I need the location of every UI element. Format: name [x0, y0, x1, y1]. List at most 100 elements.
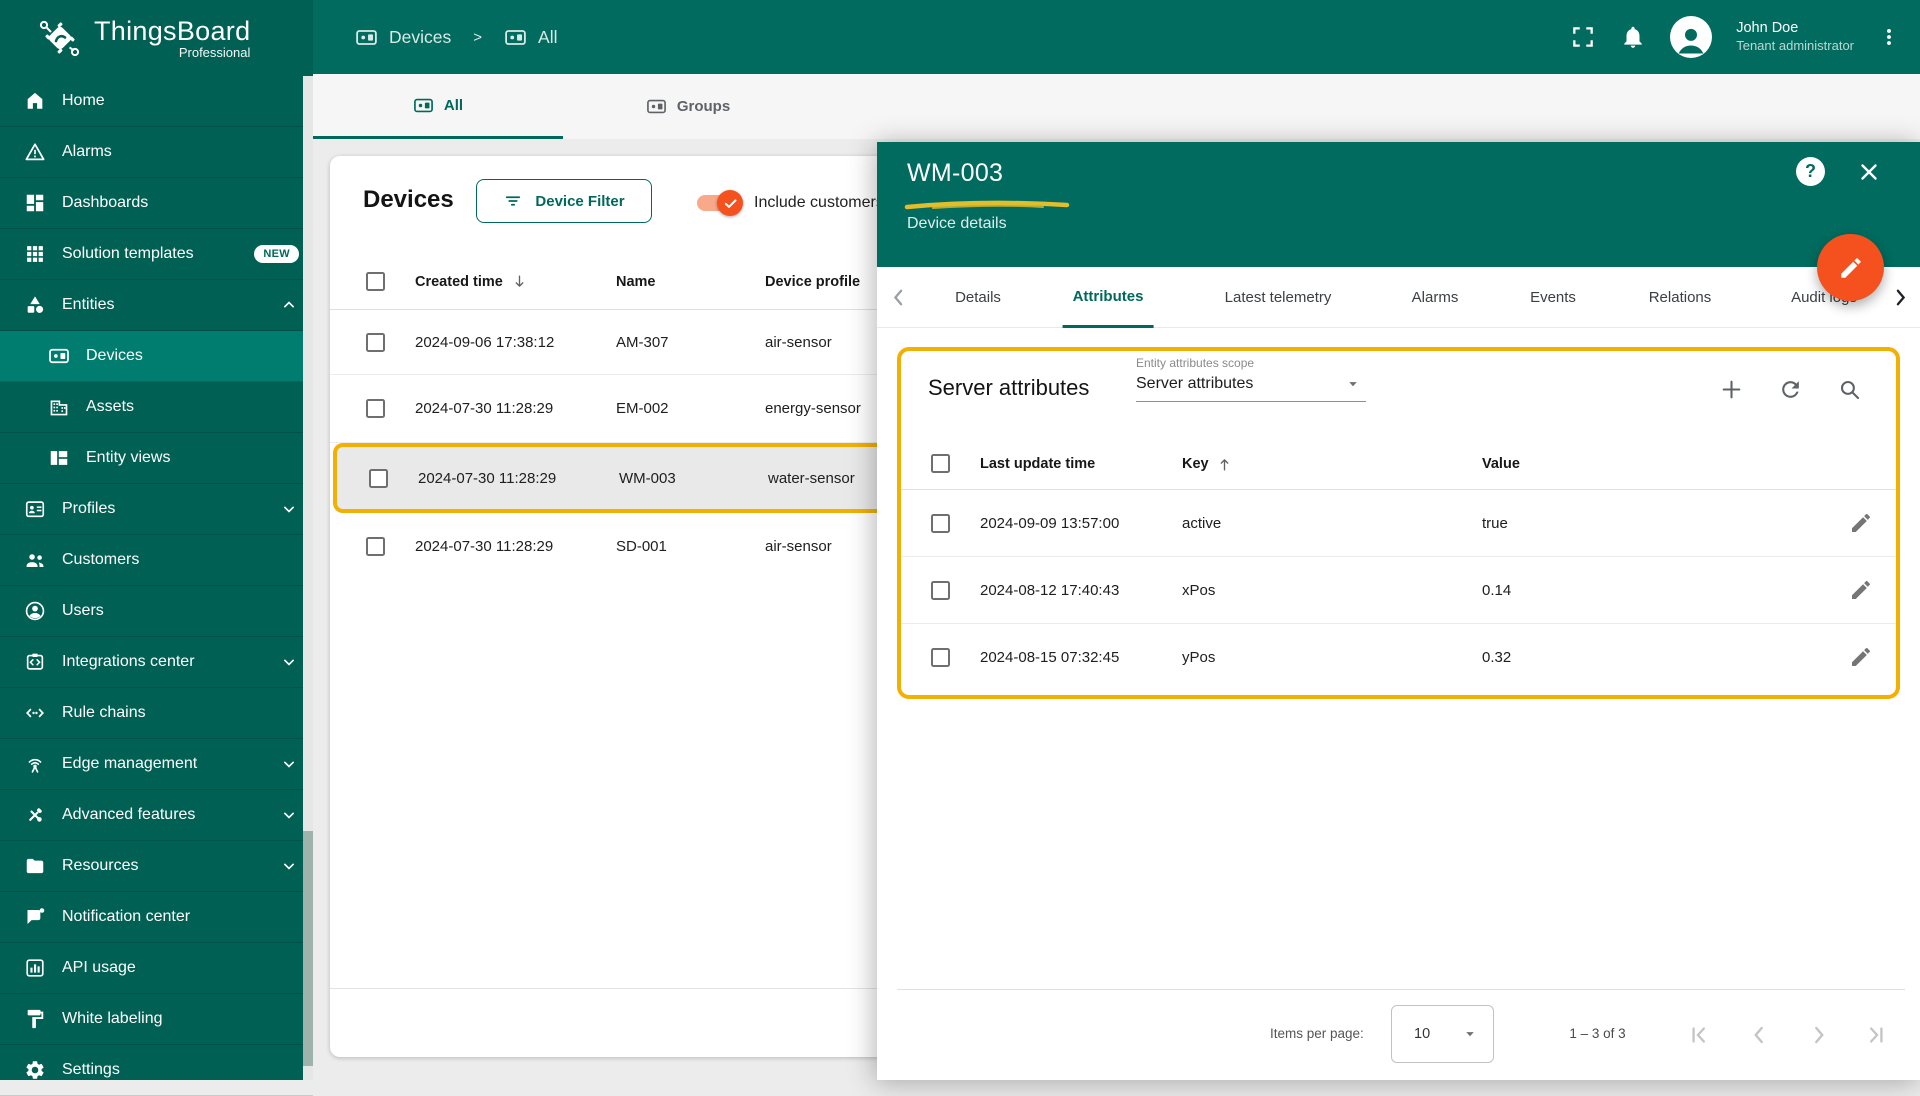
- sidebar-item-customers[interactable]: Customers: [0, 535, 313, 586]
- attributes-scope-select[interactable]: Entity attributes scope Server attribute…: [1136, 356, 1366, 402]
- attribute-row[interactable]: 2024-09-09 13:57:00 active true: [901, 490, 1896, 557]
- sidebar-item-api-usage[interactable]: API usage: [0, 943, 313, 994]
- close-icon[interactable]: [1856, 159, 1882, 185]
- select-all-checkbox[interactable]: [931, 454, 950, 473]
- help-icon[interactable]: ?: [1796, 157, 1825, 186]
- edit-attribute-pencil-icon[interactable]: [1849, 578, 1873, 602]
- cell-value: 0.14: [1482, 581, 1512, 599]
- person-circle-icon: [24, 600, 46, 622]
- sidebar-item-entities[interactable]: Entities: [0, 280, 313, 331]
- brand-logo[interactable]: ThingsBoard Professional: [0, 0, 313, 76]
- select-all-checkbox[interactable]: [366, 272, 385, 291]
- row-checkbox[interactable]: [369, 468, 388, 488]
- column-header-last-update-time[interactable]: Last update time: [980, 438, 1095, 490]
- tab-relations[interactable]: Relations: [1639, 267, 1722, 328]
- device-filter-button[interactable]: Device Filter: [476, 179, 652, 223]
- tabs-scroll-left-icon[interactable]: [886, 285, 911, 310]
- attribute-row[interactable]: 2024-08-15 07:32:45 yPos 0.32: [901, 624, 1896, 691]
- details-title: WM-003: [907, 159, 1004, 187]
- sidebar-item-notification-center[interactable]: Notification center: [0, 892, 313, 943]
- sidebar-item-users[interactable]: Users: [0, 586, 313, 637]
- column-header-name[interactable]: Name: [616, 253, 656, 310]
- breadcrumb-devices[interactable]: Devices: [355, 26, 451, 49]
- previous-page-icon[interactable]: [1746, 1022, 1772, 1048]
- check-icon: [723, 196, 738, 211]
- sidebar-item-label: Profiles: [62, 500, 116, 517]
- device-filter-label: Device Filter: [535, 192, 625, 210]
- paginator: Items per page: 10 1 – 3 of 3: [897, 989, 1905, 1080]
- add-plus-icon[interactable]: [1719, 377, 1744, 402]
- sidebar-item-alarms[interactable]: Alarms: [0, 127, 313, 178]
- first-page-icon[interactable]: [1686, 1022, 1712, 1048]
- sidebar-scrollbar[interactable]: [303, 76, 313, 1080]
- fullscreen-icon[interactable]: [1570, 24, 1596, 50]
- sidebar-item-white-labeling[interactable]: White labeling: [0, 994, 313, 1045]
- cell-name: WM-003: [619, 469, 676, 487]
- sidebar-item-assets[interactable]: Assets: [0, 382, 313, 433]
- tab-details[interactable]: Details: [945, 267, 1011, 328]
- sidebar-item-dashboards[interactable]: Dashboards: [0, 178, 313, 229]
- row-checkbox[interactable]: [366, 537, 385, 556]
- search-icon[interactable]: [1837, 377, 1862, 402]
- notifications-bell-icon[interactable]: [1620, 24, 1646, 50]
- sidebar-scrollbar-thumb[interactable]: [303, 831, 313, 1066]
- tools-icon: [24, 804, 46, 826]
- include-customers-toggle[interactable]: [695, 190, 743, 216]
- integration-icon: [24, 651, 46, 673]
- entity-group-tabbar: All Groups: [313, 74, 1920, 139]
- row-checkbox[interactable]: [366, 399, 385, 418]
- device-icon: [355, 26, 378, 49]
- last-page-icon[interactable]: [1863, 1022, 1889, 1048]
- row-checkbox[interactable]: [931, 580, 950, 600]
- sidebar-item-label: API usage: [62, 959, 136, 976]
- row-checkbox[interactable]: [366, 332, 385, 352]
- column-header-created-time[interactable]: Created time: [415, 253, 528, 310]
- row-checkbox[interactable]: [931, 648, 950, 667]
- next-page-icon[interactable]: [1806, 1022, 1832, 1048]
- user-menu[interactable]: John Doe Tenant administrator: [1736, 19, 1854, 55]
- tab-alarms[interactable]: Alarms: [1402, 267, 1469, 328]
- avatar[interactable]: [1670, 16, 1713, 58]
- tabs-scroll-right-icon[interactable]: [1888, 285, 1913, 310]
- sidebar-item-rule-chains[interactable]: Rule chains: [0, 688, 313, 739]
- kebab-menu-icon[interactable]: [1878, 26, 1900, 48]
- edit-attribute-pencil-icon[interactable]: [1849, 511, 1873, 535]
- cell-key: active: [1182, 514, 1222, 532]
- cell-name: SD-001: [616, 538, 667, 555]
- sidebar-item-home[interactable]: Home: [0, 76, 313, 127]
- cell-created-time: 2024-09-06 17:38:12: [415, 333, 555, 351]
- tab-latest-telemetry[interactable]: Latest telemetry: [1215, 267, 1342, 328]
- tab-label: Groups: [676, 98, 731, 115]
- sidebar-item-solution-templates[interactable]: Solution templates NEW: [0, 229, 313, 280]
- sidebar-item-label: Notification center: [62, 908, 191, 925]
- column-header-value[interactable]: Value: [1482, 438, 1520, 490]
- breadcrumb-separator: >: [473, 28, 483, 46]
- sidebar-item-integrations-center[interactable]: Integrations center: [0, 637, 313, 688]
- tab-groups[interactable]: Groups: [563, 74, 813, 139]
- column-header-key[interactable]: Key: [1182, 438, 1233, 490]
- sidebar-item-label: White labeling: [62, 1010, 163, 1027]
- sidebar-item-edge-management[interactable]: Edge management: [0, 739, 313, 790]
- edit-attribute-pencil-icon[interactable]: [1849, 645, 1873, 669]
- breadcrumb-all[interactable]: All: [504, 26, 557, 49]
- sidebar-item-settings[interactable]: Settings: [0, 1045, 313, 1096]
- tab-events[interactable]: Events: [1520, 267, 1586, 328]
- building-icon: [48, 396, 70, 418]
- refresh-icon[interactable]: [1778, 377, 1803, 402]
- sidebar-item-resources[interactable]: Resources: [0, 841, 313, 892]
- sidebar-item-entity-views[interactable]: Entity views: [0, 433, 313, 484]
- server-attributes-card: Server attributes Entity attributes scop…: [897, 347, 1900, 699]
- sidebar-item-devices[interactable]: Devices: [0, 331, 313, 382]
- tab-all[interactable]: All: [313, 74, 563, 139]
- column-header-device-profile[interactable]: Device profile: [765, 253, 860, 310]
- column-label: Created time: [415, 273, 503, 290]
- attribute-row[interactable]: 2024-08-12 17:40:43 xPos 0.14: [901, 557, 1896, 624]
- chevron-down-icon: [279, 805, 299, 825]
- sort-arrow-down-icon: [511, 273, 528, 290]
- page-size-select[interactable]: 10: [1391, 1005, 1494, 1063]
- edit-fab-button[interactable]: [1817, 234, 1884, 301]
- tab-attributes[interactable]: Attributes: [1062, 267, 1154, 328]
- row-checkbox[interactable]: [931, 513, 950, 533]
- sidebar-item-profiles[interactable]: Profiles: [0, 484, 313, 535]
- sidebar-item-advanced-features[interactable]: Advanced features: [0, 790, 313, 841]
